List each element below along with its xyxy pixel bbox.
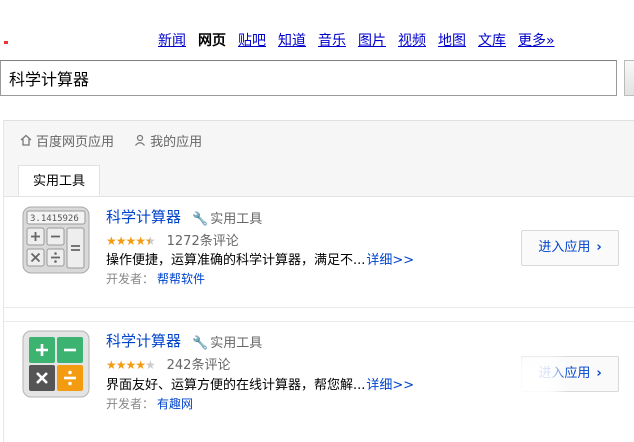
app-title[interactable]: 科学计算器 — [106, 206, 181, 227]
home-icon — [20, 134, 32, 150]
nav-wenku[interactable]: 文库 — [478, 30, 506, 50]
chevron-right-icon: › — [596, 240, 602, 255]
app-rating: ★★★★★★ 1272条评论 — [106, 230, 239, 249]
search-button[interactable] — [624, 60, 634, 96]
tab-tools[interactable]: 实用工具 — [18, 165, 101, 196]
calculator-gray-icon[interactable]: 3.1415926 — [22, 206, 90, 274]
app-developer: 开发者： 有趣网 — [106, 395, 193, 412]
details-link[interactable]: 详细>> — [366, 378, 414, 393]
review-count: 242条评论 — [166, 358, 231, 373]
app-category-label: 实用工具 — [210, 212, 263, 227]
developer-label: 开发者： — [106, 272, 155, 286]
breadcrumb-mine-label: 我的应用 — [150, 135, 203, 150]
app-category: 🔧 实用工具 — [192, 208, 262, 227]
nav-zhidao[interactable]: 知道 — [278, 30, 306, 50]
search-input[interactable] — [1, 61, 616, 95]
red-mark — [4, 41, 8, 44]
nav-music[interactable]: 音乐 — [318, 30, 346, 50]
app-description: 操作便捷，运算准确的科学计算器，满足不...详细>> — [106, 249, 414, 268]
nav-map[interactable]: 地图 — [438, 30, 466, 50]
details-link[interactable]: 详细>> — [366, 253, 414, 268]
search-box — [0, 60, 617, 96]
review-count: 1272条评论 — [166, 234, 239, 249]
developer-label: 开发者： — [106, 397, 155, 411]
star-rating-icon: ★★★★★★ — [106, 234, 156, 248]
breadcrumb-home-label: 百度网页应用 — [36, 135, 115, 150]
app-rating: ★★★★★ 242条评论 — [106, 354, 230, 373]
developer-name[interactable]: 有趣网 — [157, 397, 193, 411]
top-nav: 新闻 网页 贴吧 知道 音乐 图片 视频 地图 文库 更多» — [158, 30, 628, 52]
svg-text:3.1415926: 3.1415926 — [30, 214, 79, 224]
list-item: 3.1415926 科学计算器 🔧实用工具 ★★★★★★ 1272条评论 — [4, 197, 634, 308]
app-title[interactable]: 科学计算器 — [106, 330, 181, 351]
chevron-right-icon: › — [596, 366, 602, 381]
nav-more[interactable]: 更多» — [518, 30, 555, 50]
enter-app-label: 进入应用 — [538, 240, 591, 255]
nav-web[interactable]: 网页 — [198, 30, 226, 50]
nav-tieba[interactable]: 贴吧 — [238, 30, 266, 50]
app-description: 界面友好、运算方便的在线计算器，帮您解...详细>> — [106, 374, 414, 393]
app-developer: 开发者： 帮帮软件 — [106, 270, 205, 287]
app-description-text: 操作便捷，运算准确的科学计算器，满足不... — [106, 253, 366, 268]
nav-news[interactable]: 新闻 — [158, 30, 186, 50]
image-smear — [450, 355, 560, 410]
star-rating-icon: ★★★★★ — [106, 358, 156, 372]
wrench-icon: 🔧 — [192, 212, 209, 227]
breadcrumb-home[interactable]: 百度网页应用 — [20, 131, 114, 150]
app-description-text: 界面友好、运算方便的在线计算器，帮您解... — [106, 378, 366, 393]
breadcrumb: 百度网页应用 我的应用 — [20, 131, 218, 151]
app-category-label: 实用工具 — [210, 336, 263, 351]
nav-images[interactable]: 图片 — [358, 30, 386, 50]
enter-app-button[interactable]: 进入应用 › — [521, 230, 619, 266]
user-icon — [134, 134, 146, 150]
developer-name[interactable]: 帮帮软件 — [157, 272, 205, 286]
tab-bar: 实用工具 — [4, 165, 634, 197]
nav-video[interactable]: 视频 — [398, 30, 426, 50]
breadcrumb-mine[interactable]: 我的应用 — [134, 131, 202, 150]
wrench-icon: 🔧 — [192, 336, 209, 351]
calculator-color-icon[interactable] — [22, 330, 90, 398]
app-category: 🔧 实用工具 — [192, 332, 262, 351]
